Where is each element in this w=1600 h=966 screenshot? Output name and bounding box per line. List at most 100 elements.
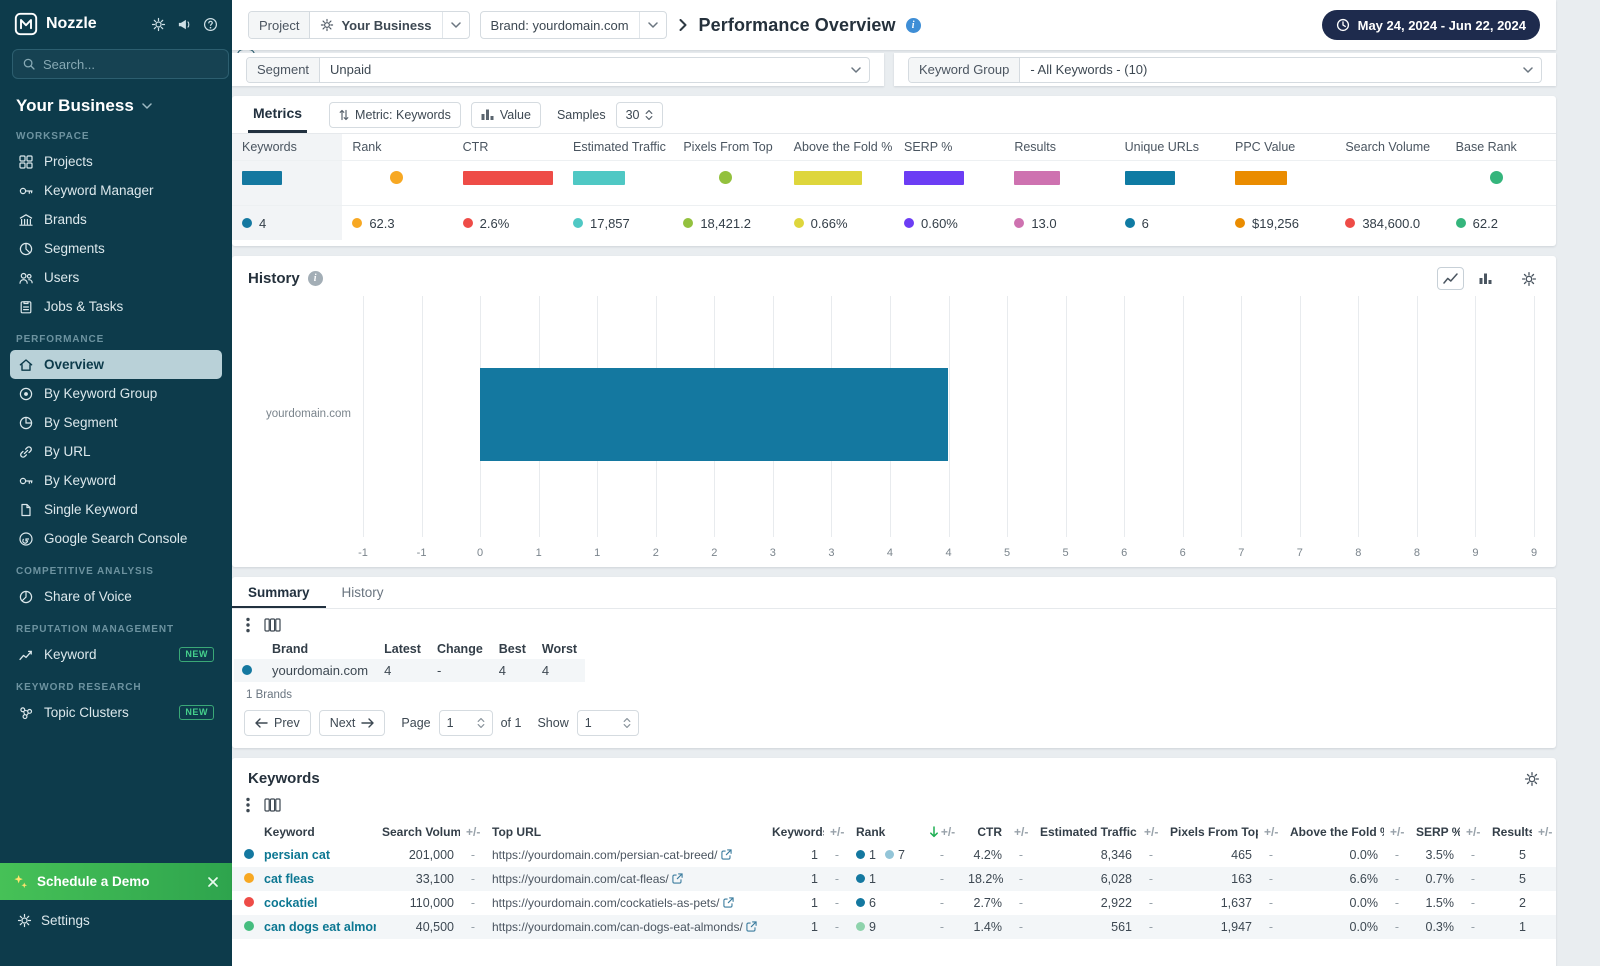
metric-column-header[interactable]: Base Rank [1446,134,1556,161]
metric-column-header[interactable]: Unique URLs [1115,134,1225,161]
info-icon[interactable] [308,271,323,286]
samples-stepper[interactable]: 30 [616,102,664,128]
tab-summary[interactable]: Summary [232,577,326,608]
line-chart-toggle-button[interactable] [1437,267,1464,290]
sidebar-item-keyword-manager[interactable]: Keyword Manager [10,176,222,205]
stepper-icon[interactable] [623,717,631,729]
metric-column-header[interactable]: PPC Value [1225,134,1335,161]
value-selector[interactable]: Value [471,102,541,128]
external-link-icon[interactable] [723,897,734,908]
sidebar-item-by-url[interactable]: By URL [10,437,222,466]
keyword-row[interactable]: cockatiel110,000-https://yourdomain.com/… [232,891,1556,915]
metric-column-header[interactable]: Pixels From Top [673,134,783,161]
metric-column-header[interactable]: SERP % [894,134,1004,161]
col-header-best[interactable]: Best [491,639,534,659]
col-header[interactable]: Rank [850,821,922,843]
help-icon[interactable] [203,17,218,32]
top-url-link[interactable]: https://yourdomain.com/cat-fleas/ [492,872,669,886]
tab-history[interactable]: History [326,577,400,608]
columns-icon[interactable] [264,798,281,812]
col-header[interactable]: Search Volume [376,821,460,843]
col-header[interactable]: +/- [460,821,486,843]
info-icon[interactable] [906,18,921,33]
stepper-icon[interactable] [477,717,485,729]
col-header[interactable]: +/- [1384,821,1410,843]
col-header[interactable]: Estimated Traffic [1034,821,1138,843]
page-input[interactable] [447,716,469,730]
metric-column-header[interactable]: CTR [453,134,563,161]
col-header-latest[interactable]: Latest [376,639,429,659]
tab-metrics[interactable]: Metrics [248,96,307,133]
metric-column-header[interactable]: Results [1004,134,1114,161]
workspace-selector[interactable]: Your Business [0,87,232,116]
col-header[interactable]: Keyword [258,821,376,843]
segment-selector[interactable]: Segment Unpaid [246,57,870,83]
col-header[interactable]: +/- [922,821,962,843]
megaphone-icon[interactable] [177,17,192,32]
top-url-link[interactable]: https://yourdomain.com/cockatiels-as-pet… [492,896,719,910]
col-header-worst[interactable]: Worst [534,639,585,659]
col-header-change[interactable]: Change [429,639,491,659]
col-header[interactable]: Results [1486,821,1532,843]
kebab-menu-icon[interactable] [246,797,250,813]
col-header[interactable]: +/- [824,821,850,843]
close-icon[interactable] [207,876,219,888]
external-link-icon[interactable] [672,873,683,884]
top-url-link[interactable]: https://yourdomain.com/persian-cat-breed… [492,848,717,862]
sidebar-item-by-keyword-group[interactable]: By Keyword Group [10,379,222,408]
col-header[interactable]: Top URL [486,821,766,843]
metric-column-header[interactable]: Search Volume [1335,134,1445,161]
col-header[interactable]: +/- [1008,821,1034,843]
settings-button[interactable]: Settings [0,900,232,940]
metric-column-header[interactable]: Estimated Traffic [563,134,673,161]
metric-column-header[interactable]: Above the Fold % [784,134,894,161]
sidebar-item-share-of-voice[interactable]: Share of Voice [10,582,222,611]
external-link-icon[interactable] [746,921,757,932]
history-settings-button[interactable] [1515,267,1542,290]
sidebar-item-by-segment[interactable]: By Segment [10,408,222,437]
col-header[interactable]: CTR [962,821,1008,843]
keyword-group-selector[interactable]: Keyword Group - All Keywords - (10) [908,57,1542,83]
keyword-row[interactable]: cat fleas33,100-https://yourdomain.com/c… [232,867,1556,891]
sidebar-item-jobs-tasks[interactable]: Jobs & Tasks [10,292,222,321]
kebab-menu-icon[interactable] [246,617,250,633]
summary-row[interactable]: yourdomain.com 4 - 4 4 [234,659,585,682]
sidebar-item-brands[interactable]: Brands [10,205,222,234]
sort-desc-icon[interactable] [929,826,939,838]
sidebar-item-keyword[interactable]: KeywordNEW [10,640,222,669]
col-header-brand[interactable]: Brand [264,639,376,659]
metric-selector[interactable]: Metric: Keywords [329,102,461,128]
keyword-link[interactable]: cockatiel [264,896,318,910]
prev-page-button[interactable]: Prev [244,710,311,736]
keyword-row[interactable]: persian cat201,000-https://yourdomain.co… [232,843,1556,867]
sidebar-item-by-keyword[interactable]: By Keyword [10,466,222,495]
sidebar-item-overview[interactable]: Overview [10,350,222,379]
sidebar-item-users[interactable]: Users [10,263,222,292]
col-header[interactable]: +/- [1460,821,1486,843]
gear-icon[interactable] [151,17,166,32]
show-input[interactable] [585,716,615,730]
col-header[interactable]: SERP % [1410,821,1460,843]
sidebar-item-google-search-console[interactable]: Google Search Console [10,524,222,553]
search-input[interactable] [43,57,219,72]
bar-chart-toggle-button[interactable] [1472,267,1499,290]
keyword-link[interactable]: cat fleas [264,872,314,886]
keywords-settings-button[interactable] [1524,771,1540,787]
keyword-link[interactable]: persian cat [264,848,330,862]
col-header[interactable]: Keywords [766,821,824,843]
history-bar[interactable] [480,368,948,461]
col-header[interactable]: +/- [1138,821,1164,843]
col-header[interactable]: +/- [1258,821,1284,843]
col-header[interactable]: Pixels From Top [1164,821,1258,843]
top-url-link[interactable]: https://yourdomain.com/can-dogs-eat-almo… [492,920,743,934]
metric-column-header[interactable]: Rank [342,134,452,161]
next-page-button[interactable]: Next [319,710,386,736]
col-header[interactable]: +/- [1532,821,1556,843]
search-box[interactable] [12,49,229,79]
sidebar-item-single-keyword[interactable]: Single Keyword [10,495,222,524]
keyword-link[interactable]: can dogs eat almonds [264,920,376,934]
sidebar-item-segments[interactable]: Segments [10,234,222,263]
schedule-demo-button[interactable]: Schedule a Demo [0,863,232,900]
brand-selector[interactable]: Brand: yourdomain.com [480,11,667,39]
external-link-icon[interactable] [721,849,732,860]
